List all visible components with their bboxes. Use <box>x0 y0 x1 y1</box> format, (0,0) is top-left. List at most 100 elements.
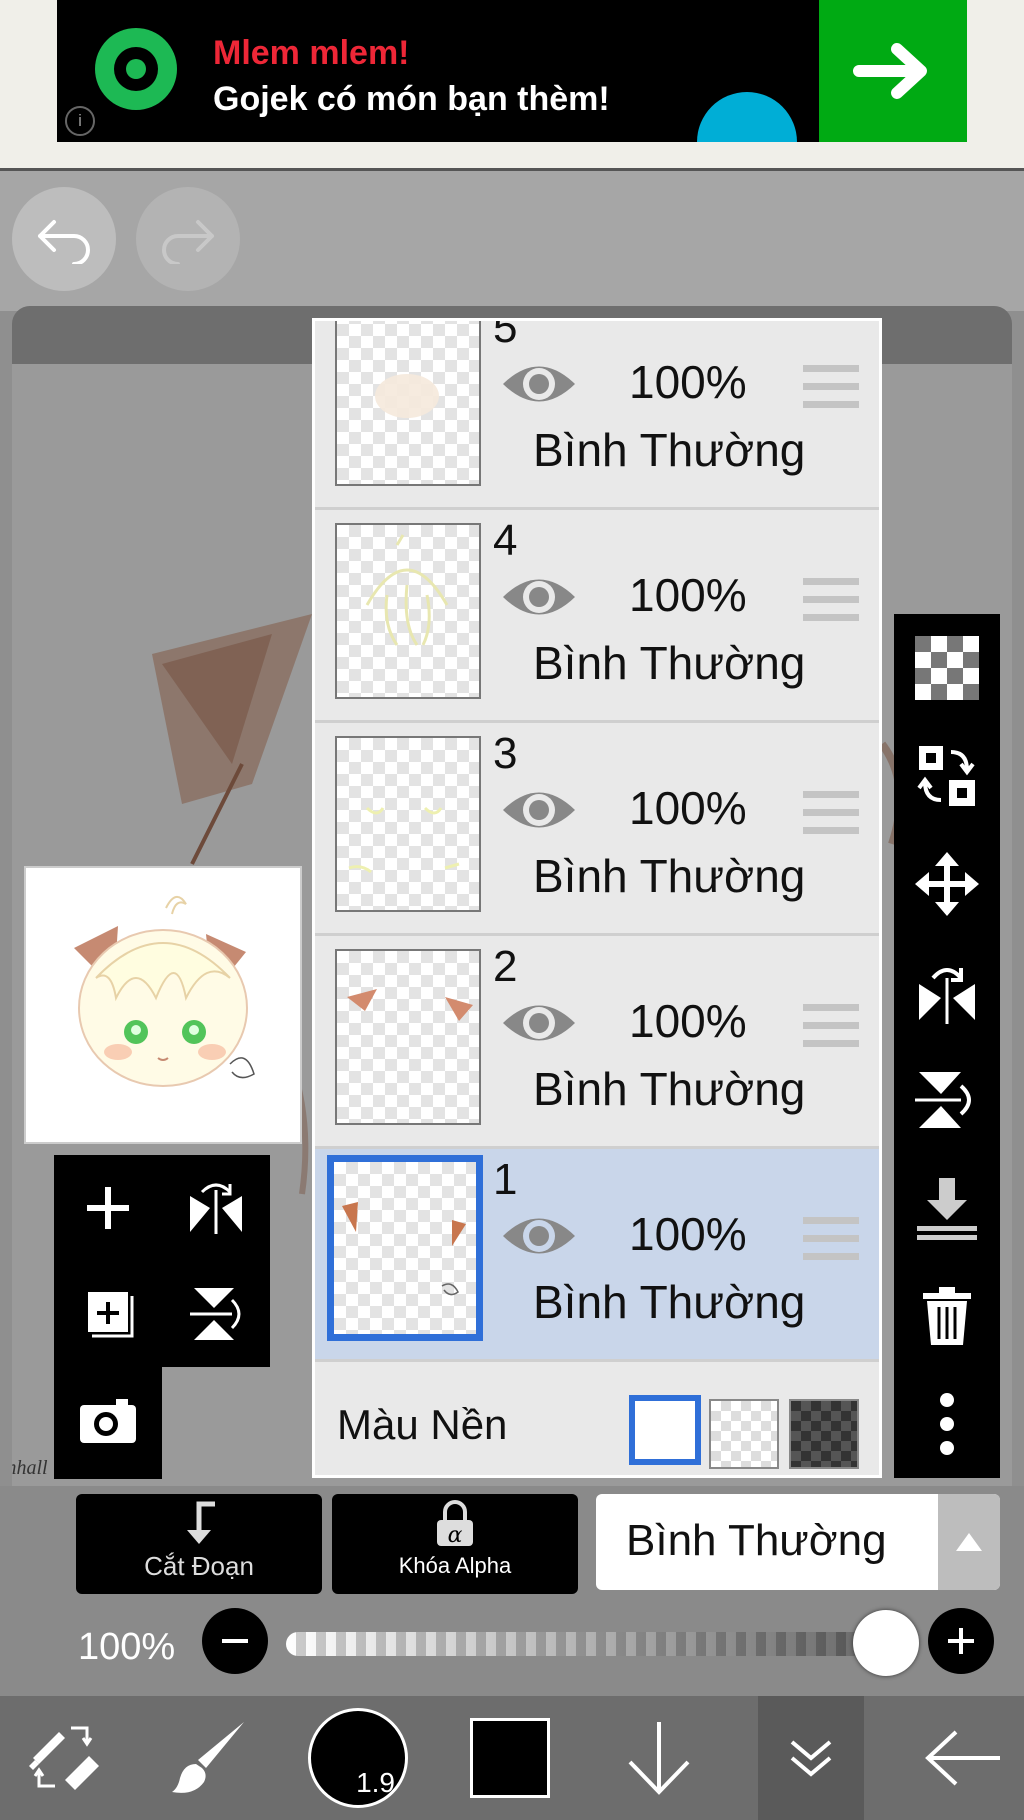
opacity-decrease-button[interactable] <box>202 1608 268 1674</box>
canvas-preview-thumbnail[interactable] <box>24 866 302 1144</box>
blend-mode-select[interactable]: Bình Thường <box>596 1494 1000 1590</box>
info-icon[interactable]: i <box>65 106 95 136</box>
opacity-slider-thumb[interactable] <box>853 1610 919 1676</box>
layer-row-3[interactable]: 3 100% Bình Thường <box>315 723 879 936</box>
duplicate-layer-icon <box>88 1292 134 1338</box>
arrow-down-icon <box>628 1722 690 1795</box>
layer-blend-mode: Bình Thường <box>533 1063 806 1115</box>
plus-icon <box>87 1187 129 1229</box>
clipping-button[interactable]: Cắt Đoạn <box>76 1494 322 1594</box>
layer-opacity: 100% <box>629 1208 747 1260</box>
layer-thumbnail <box>335 321 481 486</box>
background-color-row: Màu Nền <box>315 1375 879 1475</box>
delete-layer-button[interactable] <box>894 1262 1000 1370</box>
blend-mode-value: Bình Thường <box>626 1516 887 1565</box>
plus-icon <box>948 1628 974 1654</box>
background-dark-swatch[interactable] <box>789 1399 859 1469</box>
drag-handle-icon[interactable] <box>803 363 859 416</box>
pen-eraser-switch-icon <box>29 1726 99 1790</box>
undo-button[interactable] <box>12 187 116 291</box>
opacity-increase-button[interactable] <box>928 1608 994 1674</box>
layer-number: 1 <box>493 1155 518 1204</box>
layer-blend-mode: Bình Thường <box>533 424 806 476</box>
layer-opacity: 100% <box>629 356 747 408</box>
layer-thumbnail <box>335 949 481 1125</box>
bottom-toolbar: 1.9 <box>0 1696 1024 1820</box>
brush-size-value: 1.9 <box>356 1767 395 1798</box>
flip-vertical-button[interactable] <box>162 1261 270 1367</box>
clipping-label: Cắt Đoạn <box>144 1551 254 1581</box>
add-layer-button[interactable] <box>54 1155 162 1261</box>
ad-banner[interactable]: Mlem mlem! Gojek có món bạn thèm! i <box>57 0 967 142</box>
move-icon <box>915 852 979 916</box>
opacity-value: 100% <box>78 1626 176 1668</box>
layer-blend-mode: Bình Thường <box>533 1276 806 1328</box>
flip-horizontal-icon <box>919 968 975 1024</box>
redo-button[interactable] <box>136 187 240 291</box>
drag-handle-icon[interactable] <box>803 789 859 842</box>
move-button[interactable] <box>894 830 1000 938</box>
more-vertical-icon <box>940 1393 954 1455</box>
layer-down-button[interactable] <box>614 1696 704 1820</box>
background-transparent-swatch[interactable] <box>709 1399 779 1469</box>
flip-horizontal-right-button[interactable] <box>894 938 1000 1046</box>
top-bar <box>0 168 1024 311</box>
trash-icon <box>923 1287 971 1345</box>
flip-horizontal-button[interactable] <box>162 1155 270 1261</box>
preview-artwork <box>74 896 255 1087</box>
layer-number: 5 <box>493 318 518 352</box>
checkerboard-icon <box>915 636 979 700</box>
lock-icon: α <box>437 1500 473 1548</box>
more-options-button[interactable] <box>894 1370 1000 1478</box>
color-button[interactable] <box>462 1696 558 1820</box>
eye-icon[interactable] <box>501 998 577 1053</box>
eye-icon[interactable] <box>501 572 577 627</box>
svg-text:mhall: mhall <box>12 1457 48 1479</box>
ad-subline: Gojek có món bạn thèm! <box>213 80 610 118</box>
background-white-swatch[interactable] <box>629 1395 701 1465</box>
tool-switch-button[interactable] <box>20 1696 110 1820</box>
layer-row-5[interactable]: 5 100% Bình Thường <box>315 318 879 510</box>
opacity-slider[interactable] <box>286 1632 886 1656</box>
merge-down-button[interactable] <box>894 1154 1000 1262</box>
swap-layer-icon <box>917 746 975 806</box>
ad-decoration <box>697 92 797 142</box>
transparency-button[interactable] <box>894 614 1000 722</box>
flip-vertical-right-button[interactable] <box>894 1046 1000 1154</box>
ad-headline: Mlem mlem! <box>213 34 410 72</box>
layer-opacity: 100% <box>629 782 747 834</box>
layer-number: 3 <box>493 729 518 778</box>
layer-opacity: 100% <box>629 569 747 621</box>
eye-icon[interactable] <box>501 785 577 840</box>
drag-handle-icon[interactable] <box>803 1215 859 1268</box>
drag-handle-icon[interactable] <box>803 576 859 629</box>
layer-opacity: 100% <box>629 995 747 1047</box>
double-chevron-down-icon <box>790 1740 832 1777</box>
svg-text:α: α <box>448 1523 463 1548</box>
layer-row-2[interactable]: 2 100% Bình Thường <box>315 936 879 1149</box>
alpha-lock-label: Khóa Alpha <box>398 1553 512 1578</box>
ad-cta-button[interactable] <box>819 0 967 142</box>
arrow-right-icon <box>853 43 927 99</box>
chevron-up-icon[interactable] <box>938 1494 1000 1590</box>
brush-size-button[interactable]: 1.9 <box>304 1696 412 1820</box>
eye-icon[interactable] <box>501 359 577 414</box>
layer-thumbnail <box>327 1155 483 1341</box>
alpha-lock-button[interactable]: α Khóa Alpha <box>332 1494 578 1594</box>
layers-button[interactable] <box>758 1696 864 1820</box>
drag-handle-icon[interactable] <box>803 1002 859 1055</box>
eye-icon[interactable] <box>501 1211 577 1266</box>
redo-icon <box>162 220 214 264</box>
layer-thumbnail <box>335 523 481 699</box>
layer-row-1[interactable]: 1 100% Bình Thường <box>315 1149 879 1362</box>
layer-row-4[interactable]: 4 100% Bình Thường <box>315 510 879 723</box>
duplicate-layer-button[interactable] <box>54 1261 162 1367</box>
back-button[interactable] <box>912 1696 1012 1820</box>
background-color-label: Màu Nền <box>337 1401 508 1448</box>
swap-layers-button[interactable] <box>894 722 1000 830</box>
camera-button[interactable] <box>54 1367 162 1473</box>
primary-color-swatch <box>470 1718 550 1798</box>
layer-blend-mode: Bình Thường <box>533 850 806 902</box>
brush-button[interactable] <box>160 1696 260 1820</box>
flip-vertical-icon <box>915 1072 971 1128</box>
